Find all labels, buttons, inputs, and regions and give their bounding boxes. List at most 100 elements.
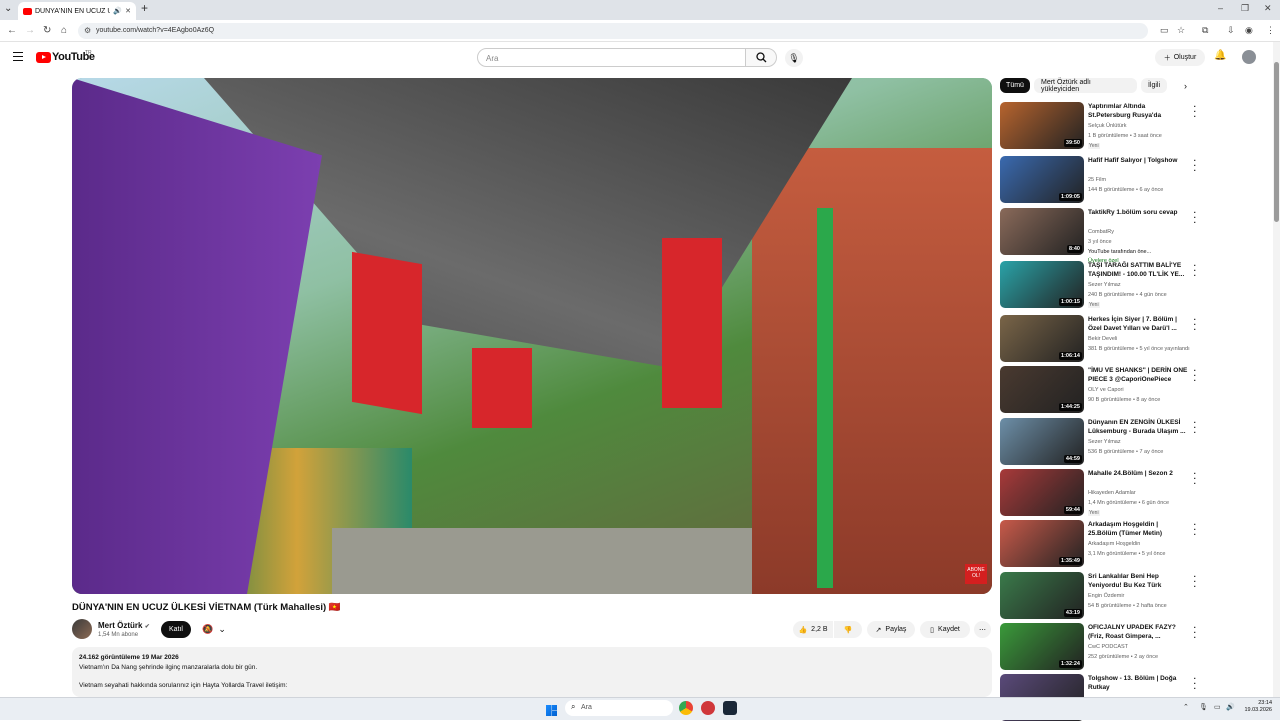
more-options-icon[interactable]: · · · [1193,209,1197,227]
recommendation-item[interactable]: 43:19 Sri Lankalılar Beni Hep Yeniyordu! … [1000,572,1196,620]
recommendation-item[interactable]: 1:44:25 "İMU VE SHANKS" | DERİN ONE PIECE… [1000,366,1196,414]
recommendation-channel[interactable]: Hikayeden Adamlar [1088,490,1136,496]
video-thumbnail[interactable]: 1:00:15 [1000,261,1084,308]
recommendation-channel[interactable]: Sezer Yılmaz [1088,282,1121,288]
chevron-right-icon[interactable]: › [1184,81,1187,91]
recommendation-title[interactable]: "İMU VE SHANKS" | DERİN ONE PIECE 3 @Cap… [1088,366,1188,384]
steam-app-icon[interactable] [723,701,737,715]
recommendation-item[interactable]: 44:59 Dünyanın EN ZENGİN ÜLKESİ Lüksembur… [1000,418,1196,466]
recommendation-title[interactable]: Dünyanın EN ZENGİN ÜLKESİ Lüksemburg - B… [1088,418,1188,436]
recommendation-channel[interactable]: Sezer Yılmaz [1088,439,1121,445]
description-box[interactable]: 24.162 görüntüleme 19 Mar 2026 Vietnam'ı… [72,647,992,697]
site-info-icon[interactable]: ⚙ [84,26,91,35]
recommendation-channel[interactable]: Bekir Develi [1088,336,1117,342]
recommendation-channel[interactable]: Selçuk Ünlütürk [1088,123,1127,129]
save-button[interactable]: ▯ Kaydet [920,621,970,638]
recommendation-item[interactable]: 8:40 TaktikRy 1.bölüm soru cevap CombatRy 3… [1000,208,1197,264]
system-clock[interactable]: 23:14 19.03.2026 [1240,700,1272,714]
join-button[interactable]: Katıl [161,621,191,638]
more-options-icon[interactable]: · · · [1193,419,1197,437]
more-options-icon[interactable]: · · · [1193,103,1197,121]
browser-tab-active[interactable]: DÜNYA'NIN EN UCUZ ÜLKE 🔊 ✕ [18,2,136,20]
video-thumbnail[interactable]: 43:19 [1000,572,1084,619]
app-icon[interactable] [701,701,715,715]
chrome-app-icon[interactable] [679,701,693,715]
reload-icon[interactable]: ↻ [43,25,51,36]
recommendation-title[interactable]: Mahalle 24.Bölüm | Sezon 2 [1088,469,1188,478]
more-options-icon[interactable]: · · · [1193,157,1197,175]
more-options-icon[interactable]: · · · [1193,573,1197,591]
taskbar-search-input[interactable]: Ara [565,700,673,716]
recommendation-title[interactable]: Sri Lankalılar Beni Hep Yeniyordu! Bu Ke… [1088,572,1188,591]
recommendation-channel[interactable]: Arkadaşım Hoşgeldin [1088,541,1140,547]
more-options-icon[interactable]: · · · [1193,262,1197,280]
share-button[interactable]: ↗ Paylaş [867,621,915,638]
chip-from-uploader[interactable]: Mert Öztürk adlı yükleyiciden [1034,78,1137,93]
new-tab-button[interactable]: + [141,1,148,15]
recommendation-item[interactable]: 39:50 Yaptırımlar Altında St.Petersburg R… [1000,102,1196,150]
channel-name-text[interactable]: Mert Öztürk [98,621,142,630]
account-avatar[interactable] [1242,50,1256,64]
page-scrollbar-thumb[interactable] [1274,62,1279,222]
search-button[interactable] [745,48,777,67]
recommendation-channel[interactable]: CombatRy [1088,229,1114,235]
video-thumbnail[interactable]: 1:32:24 [1000,623,1084,670]
video-player[interactable]: ABONE OL! [72,78,992,594]
recommendation-item[interactable]: 1:00:15 TAŞI TARAĞI SATTIM BALİ'YE TAŞIND… [1000,261,1196,309]
recommendation-title[interactable]: Herkes İçin Siyer | 7. Bölüm | Özel Dave… [1088,315,1188,333]
network-icon[interactable]: ▭ [1214,703,1221,711]
youtube-logo-icon[interactable] [36,52,51,63]
close-window-icon[interactable]: ✕ [1264,3,1272,14]
tab-close-icon[interactable]: ✕ [125,7,131,15]
video-thumbnail[interactable]: 44:59 [1000,418,1084,465]
browser-menu-icon[interactable]: ⋮ [1266,25,1275,36]
recommendation-title[interactable]: Arkadaşım Hoşgeldin | 25.Bölüm (Tümer Me… [1088,520,1188,538]
recommendation-channel[interactable]: OLY ve Capori [1088,387,1124,393]
recommendation-item[interactable]: 1:32:24 OFICJALNY UPADEK FAZY? (Friz, Roa… [1000,623,1196,671]
recommendation-title[interactable]: OFICJALNY UPADEK FAZY? (Friz, Roast Gimp… [1088,623,1188,641]
maximize-icon[interactable]: ❐ [1241,3,1249,14]
profile-icon[interactable]: ◉ [1245,25,1253,36]
subscription-bell-button[interactable]: 🔕 ⌄ [197,621,231,638]
chip-related[interactable]: İlgili [1141,78,1167,93]
more-options-icon[interactable]: · · · [1193,470,1197,488]
recommendation-item[interactable]: 1:06:14 Herkes İçin Siyer | 7. Bölüm | Öz… [1000,315,1196,363]
volume-icon[interactable]: 🔊 [1226,703,1235,711]
video-thumbnail[interactable]: 1:35:49 [1000,520,1084,567]
video-thumbnail[interactable]: 1:09:05 [1000,156,1084,203]
recommendation-title[interactable]: Yaptırımlar Altında St.Petersburg Rusya'… [1088,102,1188,121]
recommendation-title[interactable]: Tolgshow - 13. Bölüm | Doğa Rutkay [1088,674,1188,692]
more-options-icon[interactable]: · · · [1193,521,1197,539]
tab-search-icon[interactable]: ⌄ [4,3,12,14]
notifications-bell-icon[interactable]: 🔔 [1214,50,1226,61]
bookmark-star-icon[interactable]: ☆ [1177,25,1185,36]
extensions-icon[interactable]: ⧉ [1202,25,1208,36]
recommendation-item[interactable]: 1:09:05 Hafif Hafif Salıyor | Tolgshow 25 … [1000,156,1196,204]
like-button[interactable]: 👍 2,2 B [793,621,833,638]
more-options-icon[interactable]: · · · [1193,624,1197,642]
voice-search-button[interactable]: 🎙 [785,49,803,67]
downloads-icon[interactable]: ⇩ [1227,25,1235,36]
video-thumbnail[interactable]: 8:40 [1000,208,1084,255]
channel-avatar[interactable] [72,619,92,639]
create-button[interactable]: ＋ Oluştur [1155,49,1205,66]
dislike-button[interactable]: 👎 [834,621,862,638]
back-icon[interactable]: ← [7,25,17,36]
forward-icon[interactable]: → [25,25,35,36]
recommendation-title[interactable]: TaktikRy 1.bölüm soru cevap [1088,208,1188,217]
recommendation-title[interactable]: Hafif Hafif Salıyor | Tolgshow [1088,156,1188,165]
recommendation-item[interactable]: 1:35:49 Arkadaşım Hoşgeldin | 25.Bölüm (T… [1000,520,1196,568]
more-actions-button[interactable]: ⋯ [974,621,991,638]
video-thumbnail[interactable]: 59:44 [1000,469,1084,516]
address-bar[interactable]: ⚙ youtube.com/watch?v=4EAgbo0Az6Q [78,23,1148,39]
video-thumbnail[interactable]: 1:06:14 [1000,315,1084,362]
chip-all[interactable]: Tümü [1000,78,1030,93]
more-options-icon[interactable]: · · · [1193,367,1197,385]
recommendation-channel[interactable]: CwC PODCAST [1088,644,1128,650]
more-options-icon[interactable]: · · · [1193,316,1197,334]
more-options-icon[interactable]: · · · [1193,675,1197,693]
microphone-tray-icon[interactable]: 🎙 [1199,703,1208,711]
video-thumbnail[interactable]: 1:44:25 [1000,366,1084,413]
tray-chevron-icon[interactable]: ⌃ [1183,703,1189,711]
recommendation-channel[interactable]: Engin Özdemir [1088,593,1124,599]
